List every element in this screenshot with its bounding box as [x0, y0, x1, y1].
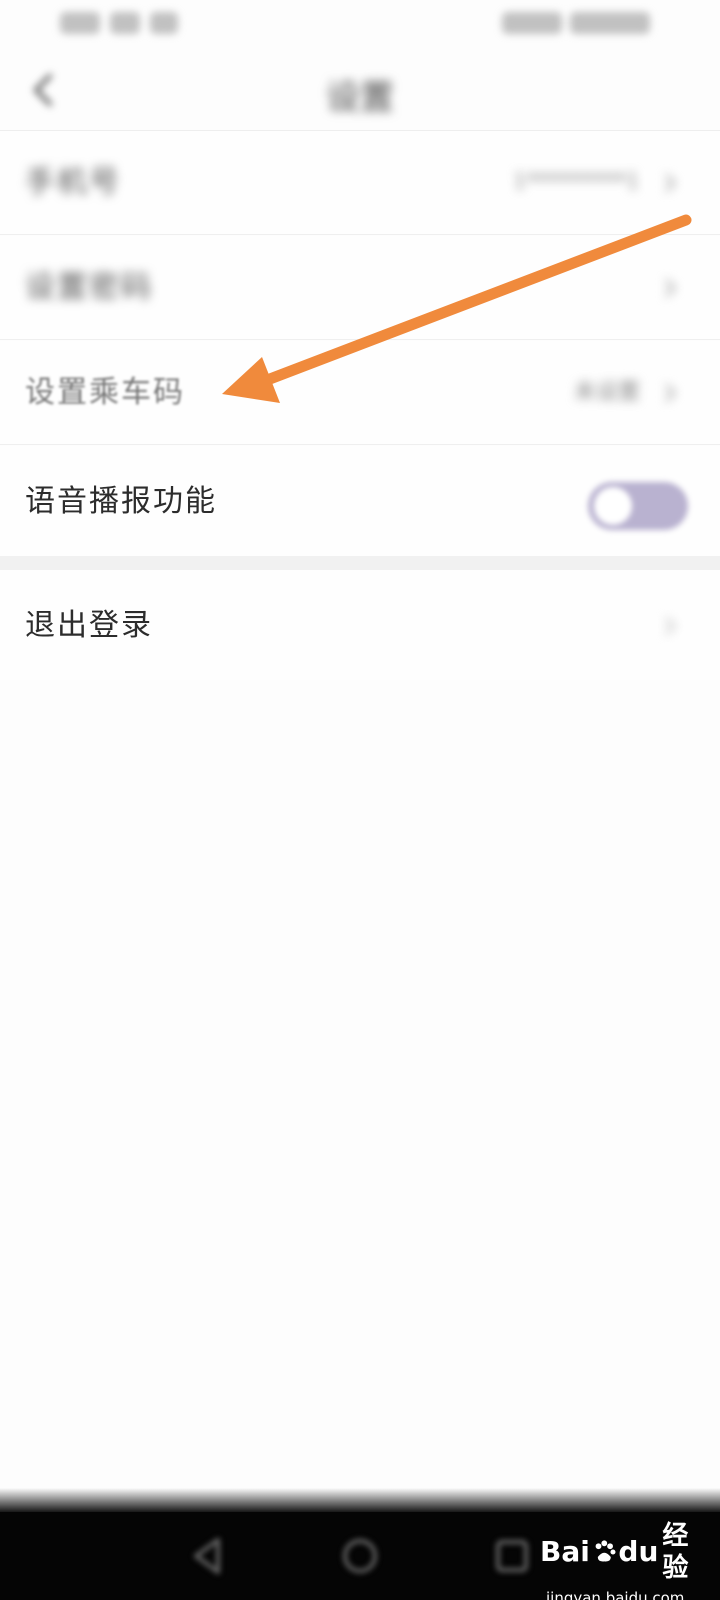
watermark-brand-suffix: du — [618, 1535, 659, 1568]
settings-row-voice-broadcast: 语音播报功能 — [0, 446, 720, 556]
settings-row-label: 手机号 — [25, 165, 121, 200]
battery-icon — [502, 12, 562, 34]
status-right — [502, 12, 650, 34]
clock-icon — [570, 12, 650, 34]
settings-row-password[interactable]: 设置密码 — [0, 236, 720, 340]
watermark-url: jingyan.baidu.com — [546, 1589, 685, 1600]
nav-bar-fade — [0, 1488, 720, 1514]
toggle-knob — [594, 487, 632, 525]
notification-icon — [150, 12, 178, 34]
wifi-icon — [110, 12, 140, 34]
system-nav-bar: Bai du 经验 jingyan.baidu.com — [0, 1512, 720, 1600]
settings-row-label: 设置密码 — [25, 270, 153, 305]
nav-back-icon[interactable] — [186, 1534, 230, 1578]
settings-screen: 设置 手机号 1*********1 设置密码 设置乘车码 未设置 语音播报功能… — [0, 0, 720, 1600]
chevron-right-icon — [658, 614, 682, 638]
settings-row-label: 语音播报功能 — [25, 484, 217, 519]
signal-icon — [60, 12, 100, 34]
header: 设置 — [0, 50, 720, 131]
phone-number-value: 1*********1 — [513, 170, 640, 195]
watermark-brand: Bai — [540, 1535, 590, 1568]
settings-row-logout[interactable]: 退出登录 — [0, 570, 720, 680]
page-title: 设置 — [326, 78, 394, 118]
chevron-right-icon — [658, 276, 682, 300]
status-bar — [0, 0, 720, 50]
settings-row-label: 设置乘车码 — [25, 375, 185, 410]
baidu-jingyan-watermark: Bai du 经验 jingyan.baidu.com — [540, 1520, 700, 1600]
chevron-right-icon — [658, 381, 682, 405]
nav-recent-icon[interactable] — [490, 1534, 534, 1578]
chevron-right-icon — [658, 171, 682, 195]
settings-row-ride-code[interactable]: 设置乘车码 未设置 — [0, 341, 720, 445]
baidu-paw-icon — [595, 1540, 616, 1562]
settings-row-phone[interactable]: 手机号 1*********1 — [0, 131, 720, 235]
settings-row-label: 退出登录 — [25, 608, 153, 643]
status-left — [60, 12, 178, 34]
section-divider — [0, 556, 720, 570]
voice-broadcast-toggle[interactable] — [588, 482, 688, 530]
watermark-logo: Bai du 经验 — [540, 1520, 700, 1584]
ride-code-status: 未设置 — [573, 380, 640, 405]
watermark-jingyan: 经验 — [662, 1521, 689, 1583]
nav-home-icon[interactable] — [338, 1534, 382, 1578]
